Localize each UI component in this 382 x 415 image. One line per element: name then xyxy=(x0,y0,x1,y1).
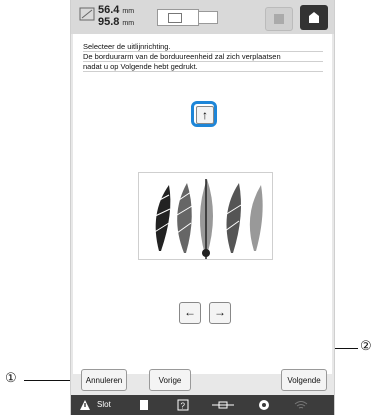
content-panel: Selecteer de uitlijnrichting. De borduur… xyxy=(73,34,332,391)
instruction-message: Selecteer de uitlijnrichting. De borduur… xyxy=(83,42,323,72)
height-value: 95.8 xyxy=(98,16,120,28)
arrow-right-icon: → xyxy=(214,305,226,319)
align-up-button[interactable]: ↑ xyxy=(191,101,217,127)
disabled-button[interactable] xyxy=(265,7,293,31)
feather-2 xyxy=(176,183,193,253)
home-icon xyxy=(309,12,319,23)
home-button[interactable] xyxy=(300,5,328,30)
cancel-button[interactable]: Annuleren xyxy=(81,369,127,391)
svg-text:?: ? xyxy=(181,402,186,411)
callout-1: ① xyxy=(5,370,17,385)
arrow-left-icon: ← xyxy=(184,305,196,319)
callout-1-line xyxy=(24,380,72,381)
top-bar: 56.4 mm 95.8 mm xyxy=(71,0,334,34)
previous-button[interactable]: Vorige xyxy=(149,369,191,391)
feather-3 xyxy=(199,179,213,259)
frame-icon xyxy=(274,14,284,24)
next-button[interactable]: Volgende xyxy=(281,369,327,391)
width-unit: mm xyxy=(122,8,135,15)
hoop-small-indicator xyxy=(198,11,218,24)
align-left-button[interactable]: ← xyxy=(179,302,201,324)
callout-2: ② xyxy=(360,338,372,353)
feather-5 xyxy=(249,185,263,251)
warning-icon xyxy=(80,400,90,410)
message-line-3: nadat u op Volgende hebt gedrukt. xyxy=(83,62,323,72)
size-icon xyxy=(79,7,95,21)
feather-1 xyxy=(150,185,171,251)
design-preview xyxy=(138,172,273,260)
arrow-up-icon: ↑ xyxy=(196,106,214,124)
width-value: 56.4 xyxy=(98,4,120,16)
feathers-embroidery-image xyxy=(150,179,263,259)
message-line-1: Selecteer de uitlijnrichting. xyxy=(83,42,323,52)
wifi-icon[interactable] xyxy=(293,399,309,411)
height-unit: mm xyxy=(122,20,135,27)
hoop-indicator xyxy=(157,9,199,26)
document-icon[interactable] xyxy=(139,399,149,411)
align-right-button[interactable]: → xyxy=(209,302,231,324)
thread-cutter-icon[interactable] xyxy=(211,400,235,410)
hoop-area-icon xyxy=(168,13,182,23)
machine-screen: 56.4 mm 95.8 mm Selecteer de uitlijnrichti… xyxy=(70,0,335,415)
needle-point-marker xyxy=(202,249,210,257)
feather-4 xyxy=(224,183,242,253)
design-dimensions: 56.4 mm 95.8 mm xyxy=(98,5,134,29)
status-bar: Slot ? xyxy=(71,395,334,415)
message-line-2: De borduurarm van de borduureenheid zal … xyxy=(83,52,323,62)
settings-icon[interactable] xyxy=(257,398,271,412)
slot-label: Slot xyxy=(97,400,111,409)
help-icon[interactable]: ? xyxy=(177,399,189,411)
